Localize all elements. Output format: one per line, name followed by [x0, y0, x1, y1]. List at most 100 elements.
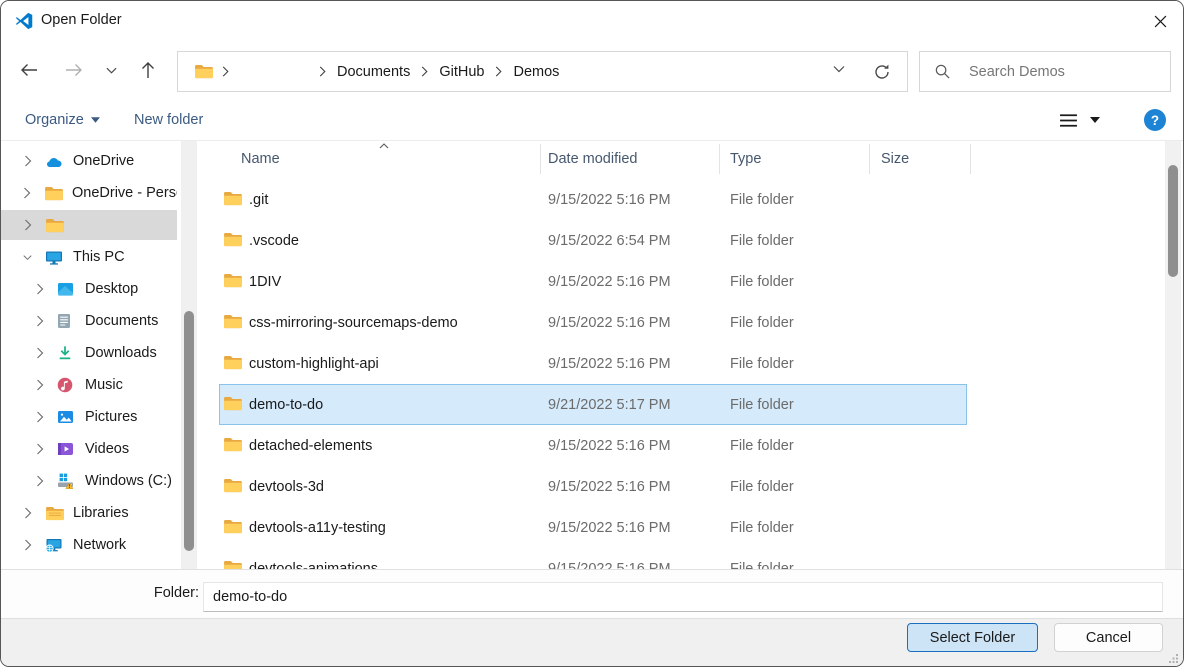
forward-button[interactable] — [57, 53, 91, 87]
select-folder-button[interactable]: Select Folder — [907, 623, 1038, 652]
navigation-bar: Documents GitHub Demos — [1, 41, 1183, 99]
file-row-git[interactable]: .git 9/15/2022 5:16 PM File folder — [201, 179, 1165, 220]
chevron-down-icon[interactable] — [23, 254, 32, 261]
file-type: File folder — [730, 343, 794, 384]
file-date-modified: 9/15/2022 5:16 PM — [548, 425, 671, 466]
column-header-type[interactable]: Type — [720, 144, 870, 174]
refresh-button[interactable] — [873, 63, 891, 81]
change-view-button[interactable] — [1059, 106, 1100, 134]
folder-icon — [194, 64, 213, 79]
file-row-detached-elements[interactable]: detached-elements9/15/2022 5:16 PMFile f… — [201, 425, 1165, 466]
file-row-devtools-a11y-testing[interactable]: devtools-a11y-testing9/15/2022 5:16 PMFi… — [201, 507, 1165, 548]
help-question-icon: ? — [1151, 113, 1159, 128]
sidebar-item-onedrive-perso[interactable]: OneDrive - Perso — [1, 178, 177, 208]
breadcrumb-item-demos[interactable]: Demos — [511, 62, 561, 82]
organize-button[interactable]: Organize — [25, 99, 100, 140]
chevron-right-icon[interactable] — [35, 411, 44, 423]
column-header-label: Size — [881, 151, 909, 167]
music-icon — [57, 377, 76, 393]
breadcrumb-chevron-icon — [495, 66, 502, 77]
chevron-right-icon[interactable] — [23, 219, 32, 231]
close-button[interactable] — [1145, 7, 1175, 35]
chevron-right-icon[interactable] — [35, 443, 44, 455]
chevron-right-icon[interactable] — [23, 155, 32, 167]
sidebar-item-network[interactable]: Network — [1, 530, 177, 560]
file-row-css-mirroring-sourcemaps-demo[interactable]: css-mirroring-sourcemaps-demo9/15/2022 5… — [201, 302, 1165, 343]
list-scrollbar-thumb[interactable] — [1168, 165, 1178, 277]
sidebar-item-label: Network — [73, 537, 126, 553]
downloads-icon — [57, 345, 76, 361]
search-input[interactable] — [969, 64, 1149, 80]
file-row-custom-highlight-api[interactable]: custom-highlight-api9/15/2022 5:16 PMFil… — [201, 343, 1165, 384]
chevron-right-icon[interactable] — [35, 475, 44, 487]
sidebar-item[interactable] — [1, 210, 177, 240]
resize-grip[interactable] — [1168, 653, 1179, 664]
sidebar-item-this-pc[interactable]: This PC — [1, 242, 177, 272]
new-folder-label: New folder — [134, 112, 203, 128]
help-button[interactable]: ? — [1144, 109, 1166, 131]
file-row-1div[interactable]: 1DIV9/15/2022 5:16 PMFile folder — [201, 261, 1165, 302]
file-row-devtools-animations[interactable]: devtools-animations9/15/2022 5:16 PMFile… — [201, 548, 1165, 569]
chevron-right-icon[interactable] — [35, 379, 44, 391]
column-header-date-modified[interactable]: Date modified — [541, 144, 720, 174]
list-scrollbar[interactable] — [1165, 141, 1181, 569]
back-button[interactable] — [12, 53, 46, 87]
new-folder-button[interactable]: New folder — [134, 99, 203, 140]
folder-icon — [44, 186, 63, 201]
sidebar-item-windows-c[interactable]: Windows (C:) — [1, 466, 177, 496]
folder-icon — [223, 519, 242, 534]
chevron-right-icon[interactable] — [35, 347, 44, 359]
title-bar: Open Folder — [1, 1, 1183, 41]
dropdown-triangle-icon — [91, 117, 100, 123]
sidebar-item-downloads[interactable]: Downloads — [1, 338, 177, 368]
address-dropdown-button[interactable] — [833, 65, 845, 73]
sidebar-scrollbar-thumb[interactable] — [184, 311, 194, 551]
sidebar-item-onedrive[interactable]: OneDrive — [1, 146, 177, 176]
file-name: .git — [249, 179, 268, 220]
sidebar-item-pictures[interactable]: Pictures — [1, 402, 177, 432]
sidebar-item-documents[interactable]: Documents — [1, 306, 177, 336]
file-date-modified: 9/15/2022 5:16 PM — [548, 179, 671, 220]
file-type: File folder — [730, 179, 794, 220]
main-content: OneDriveOneDrive - PersoThis PCDesktopDo… — [1, 141, 1183, 569]
column-header-size[interactable]: Size — [870, 144, 971, 174]
folder-icon — [223, 273, 242, 288]
breadcrumb-item-documents[interactable]: Documents — [335, 62, 412, 82]
vscode-logo-icon — [15, 12, 33, 30]
libraries-icon — [45, 506, 64, 521]
sidebar-item-label: Music — [85, 377, 123, 393]
cancel-button[interactable]: Cancel — [1054, 623, 1163, 652]
network-icon — [45, 538, 64, 553]
file-type: File folder — [730, 548, 794, 569]
chevron-right-icon[interactable] — [23, 187, 31, 199]
file-row-demo-to-do[interactable]: demo-to-do9/21/2022 5:17 PMFile folder — [201, 384, 1165, 425]
folder-icon — [223, 560, 242, 569]
recent-locations-button[interactable] — [97, 53, 125, 87]
breadcrumb-chevron-icon — [319, 66, 326, 77]
folder-icon — [223, 314, 242, 329]
file-date-modified: 9/15/2022 5:16 PM — [548, 507, 671, 548]
column-header-name[interactable]: Name — [201, 144, 541, 174]
folder-icon — [223, 478, 242, 493]
file-row-vscode[interactable]: .vscode9/15/2022 6:54 PMFile folder — [201, 220, 1165, 261]
view-dropdown-triangle-icon — [1090, 117, 1100, 123]
file-row-devtools-3d[interactable]: devtools-3d9/15/2022 5:16 PMFile folder — [201, 466, 1165, 507]
sidebar-item-music[interactable]: Music — [1, 370, 177, 400]
sidebar-scrollbar[interactable] — [181, 141, 197, 569]
sidebar-item-desktop[interactable]: Desktop — [1, 274, 177, 304]
file-name: devtools-animations — [249, 548, 378, 569]
sidebar-item-libraries[interactable]: Libraries — [1, 498, 177, 528]
chevron-right-icon[interactable] — [23, 507, 32, 519]
breadcrumb-item-github[interactable]: GitHub — [437, 62, 486, 82]
chevron-right-icon[interactable] — [35, 283, 44, 295]
drive-c-icon — [57, 473, 76, 489]
breadcrumb-item[interactable] — [238, 62, 310, 82]
address-bar[interactable]: Documents GitHub Demos — [177, 51, 908, 92]
sidebar-item-videos[interactable]: Videos — [1, 434, 177, 464]
up-button[interactable] — [131, 53, 165, 87]
chevron-right-icon[interactable] — [35, 315, 44, 327]
chevron-right-icon[interactable] — [23, 539, 32, 551]
folder-name-input[interactable] — [203, 582, 1163, 612]
refresh-icon — [873, 63, 891, 81]
file-name: 1DIV — [249, 261, 281, 302]
